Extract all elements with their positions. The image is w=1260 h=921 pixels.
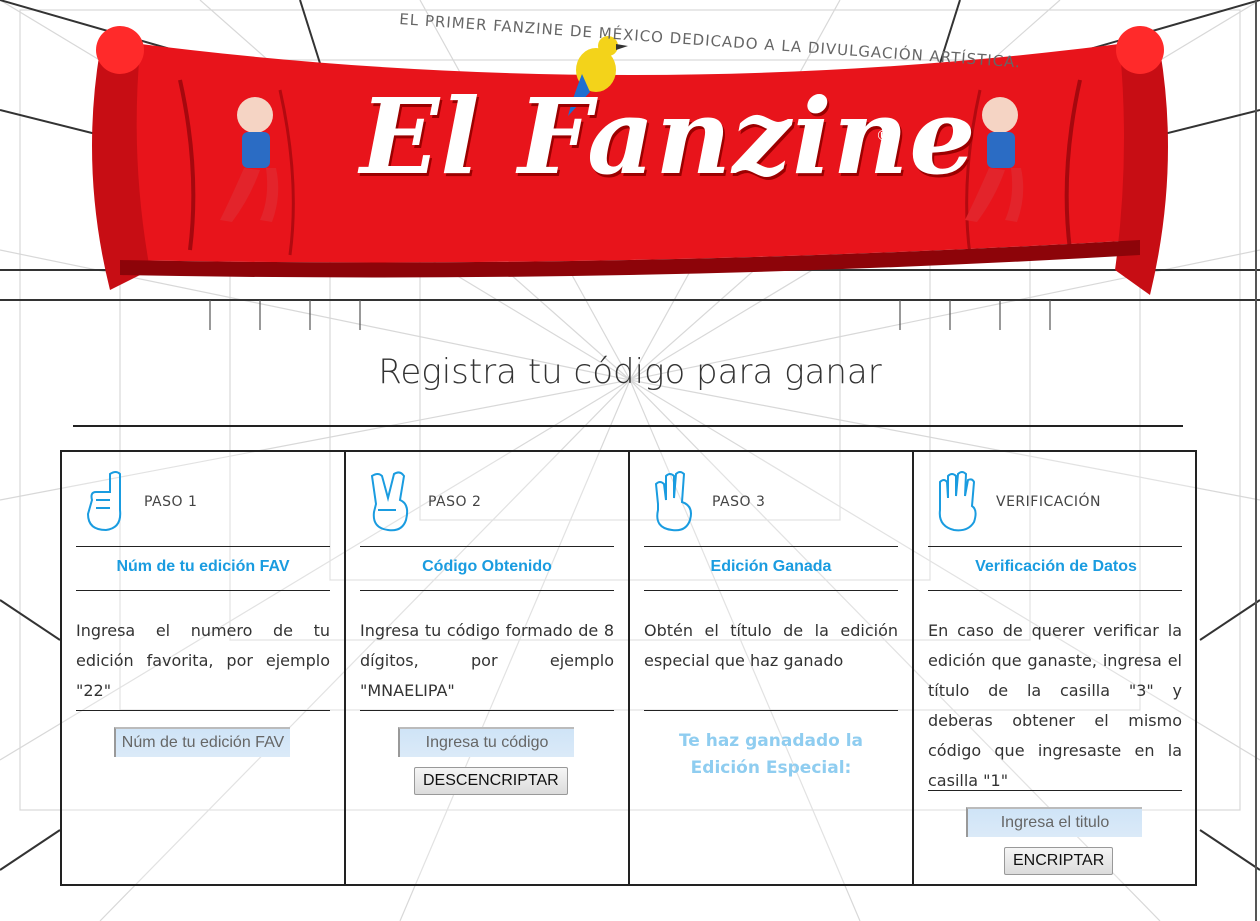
verification-description: En caso de querer verificar la edición q… [928, 621, 1182, 790]
divider [928, 546, 1182, 547]
verification-header: VERIFICACIÓN [934, 470, 1174, 540]
step-2-title: Código Obtenido [422, 558, 552, 575]
step-2-label: PASO 2 [428, 494, 482, 510]
step-3-header: PASO 3 [650, 470, 890, 540]
won-edition-result: Te haz ganadado la Edición Especial: [678, 731, 864, 778]
hand-three-fingers-icon [654, 471, 692, 532]
page-title: Registra tu código para ganar [378, 352, 882, 392]
step-2-description: Ingresa tu código formado de 8 dígitos, … [360, 621, 614, 700]
title-divider [73, 425, 1183, 427]
verification-label: VERIFICACIÓN [996, 494, 1101, 510]
step-1-column: PASO 1 Núm de tu edición FAV Ingresa el … [62, 452, 346, 884]
divider [360, 710, 614, 711]
encrypt-button[interactable]: ENCRIPTAR [1004, 847, 1114, 875]
step-2-column: PASO 2 Código Obtenido Ingresa tu código… [346, 452, 630, 884]
decrypt-button[interactable]: DESCENCRIPTAR [414, 767, 568, 795]
divider [928, 790, 1182, 791]
steps-panel: PASO 1 Núm de tu edición FAV Ingresa el … [60, 450, 1197, 886]
divider [76, 590, 330, 591]
divider [76, 710, 330, 711]
step-1-header: PASO 1 [82, 470, 322, 540]
divider [644, 710, 898, 711]
hand-four-fingers-icon [938, 471, 977, 532]
verification-title: Verificación de Datos [975, 558, 1137, 575]
divider [76, 546, 330, 547]
divider [928, 590, 1182, 591]
favorite-edition-input[interactable] [114, 727, 290, 757]
registered-mark: ® [876, 128, 890, 144]
step-3-label: PASO 3 [712, 494, 766, 510]
step-1-description: Ingresa el numero de tu edición favorita… [76, 621, 330, 700]
divider [644, 546, 898, 547]
hand-one-finger-icon [86, 471, 122, 532]
divider [360, 546, 614, 547]
code-input[interactable] [398, 727, 574, 757]
verification-column: VERIFICACIÓN Verificación de Datos En ca… [914, 452, 1198, 884]
step-1-label: PASO 1 [144, 494, 198, 510]
step-3-column: PASO 3 Edición Ganada Obtén el título de… [630, 452, 914, 884]
step-2-header: PASO 2 [366, 470, 606, 540]
title-input[interactable] [966, 807, 1142, 837]
step-3-title: Edición Ganada [710, 558, 832, 575]
hand-peace-icon [370, 471, 409, 532]
step-3-description: Obtén el título de la edición especial q… [644, 621, 898, 670]
divider [360, 590, 614, 591]
step-1-title: Núm de tu edición FAV [116, 558, 290, 575]
divider [644, 590, 898, 591]
